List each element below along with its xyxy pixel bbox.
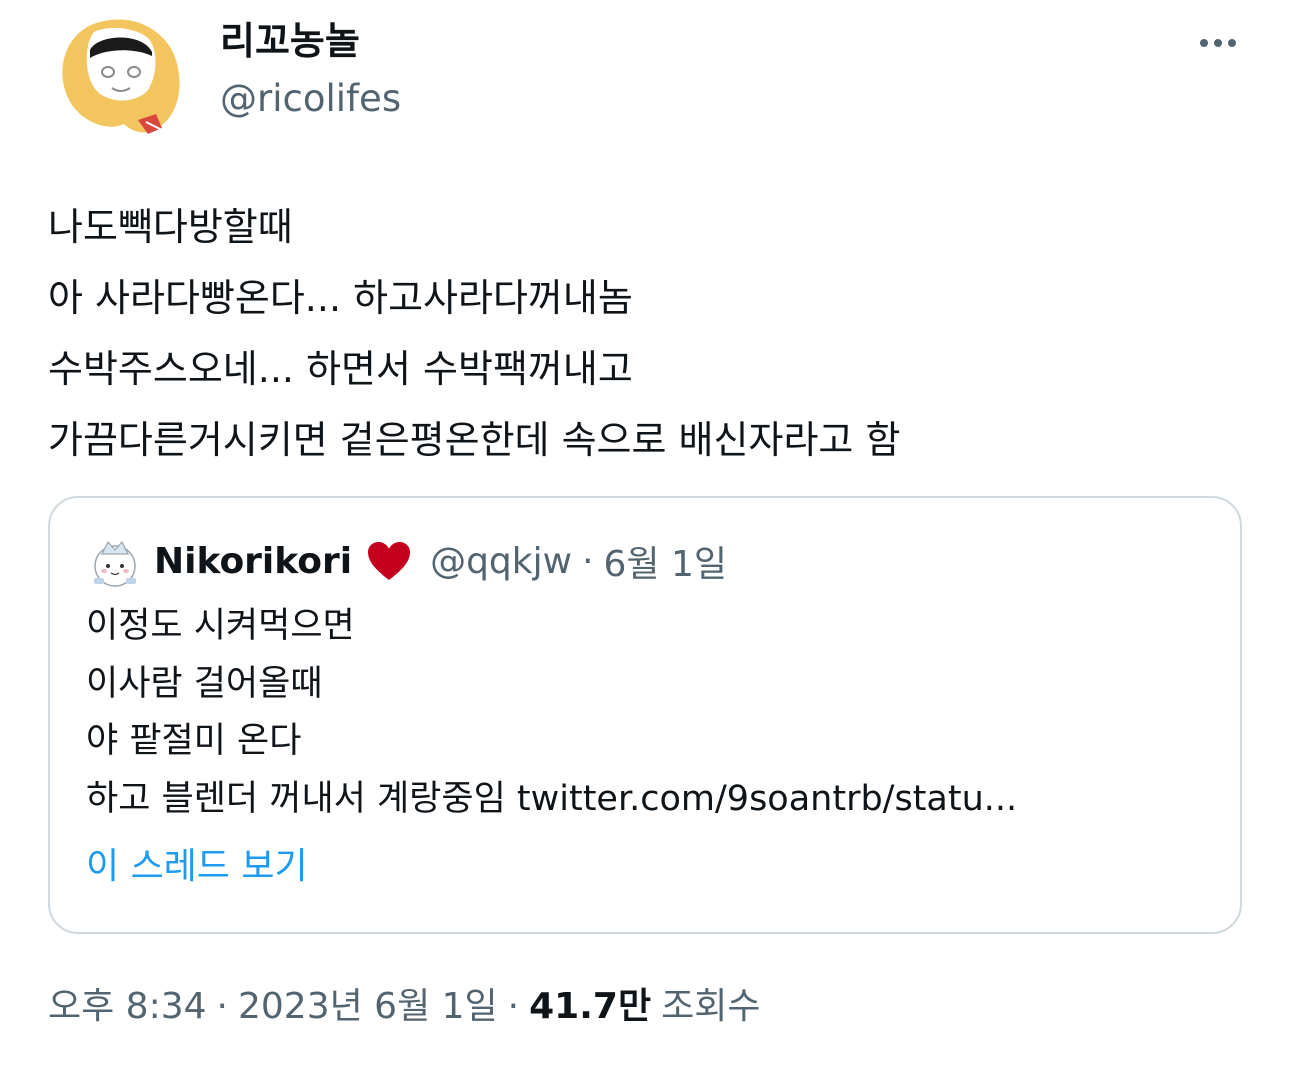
footer-separator: ·: [507, 986, 520, 1027]
quote-date[interactable]: 6월 1일: [604, 535, 728, 587]
ellipsis-icon: [1200, 39, 1208, 47]
tweet-meta-footer: 오후 8:34 · 2023년 6월 1일 · 41.7만 조회수: [48, 982, 760, 1032]
quote-line: 하고 블렌더 꺼내서 계랑중임: [86, 778, 517, 819]
quote-url-link[interactable]: twitter.com/9soantrb/statu...: [517, 779, 1017, 819]
quote-line: 이사람 걸어올때: [86, 663, 323, 704]
quote-line-with-link: 하고 블렌더 꺼내서 계랑중임 twitter.com/9soantrb/sta…: [86, 771, 1017, 829]
tweet-line: 수박주스오네... 하면서 수박팩꺼내고: [48, 347, 633, 391]
quote-line: 야 팥절미 온다: [86, 721, 302, 761]
quote-header: Nikorikori @qqkjw · 6월 1일: [154, 536, 727, 586]
quote-author-handle[interactable]: @qqkjw: [430, 541, 572, 582]
quote-author-avatar[interactable]: [88, 536, 142, 590]
heart-icon: [368, 542, 411, 580]
tweet-detail: 리꼬농놀 @ricolifes 나도빽다방할때 아 사라다빵온다... 하고사라…: [0, 0, 1290, 1065]
views-count[interactable]: 41.7만: [529, 982, 651, 1032]
tweet-date[interactable]: 2023년 6월 1일: [238, 982, 498, 1032]
quote-text: 이정도 시켜먹으면 이사람 걸어올때 야 팥절미 온다 하고 블렌더 꺼내서 계…: [86, 598, 1017, 828]
author-handle[interactable]: @ricolifes: [220, 76, 401, 122]
tweet-time[interactable]: 오후 8:34: [48, 982, 207, 1032]
quote-line: 이정도 시켜먹으면: [86, 606, 355, 646]
quoted-tweet-card[interactable]: Nikorikori @qqkjw · 6월 1일 이정도 시켜먹으면 이사람 …: [48, 496, 1242, 934]
views-label[interactable]: 조회수: [661, 982, 760, 1032]
author-avatar[interactable]: [50, 12, 188, 142]
tweet-line: 아 사라다빵온다... 하고사라다꺼내놈: [48, 276, 633, 320]
tweet-text: 나도빽다방할때 아 사라다빵온다... 하고사라다꺼내놈 수박주스오네... 하…: [48, 192, 900, 476]
show-thread-link[interactable]: 이 스레드 보기: [86, 844, 308, 890]
author-display-name[interactable]: 리꼬농놀: [220, 18, 360, 64]
footer-separator: ·: [216, 986, 228, 1027]
quote-separator: ·: [582, 540, 594, 582]
more-options-button[interactable]: [1190, 28, 1246, 58]
tweet-line: 나도빽다방할때: [48, 205, 293, 249]
quote-author-name[interactable]: Nikorikori: [154, 541, 352, 582]
tweet-line: 가끔다른거시키면 겉은평온한데 속으로 배신자라고 함: [48, 418, 901, 462]
